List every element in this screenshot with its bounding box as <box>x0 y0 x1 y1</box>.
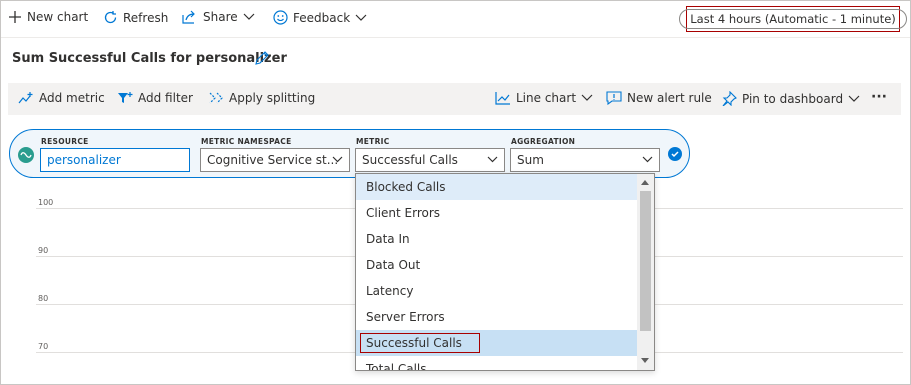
metric-option-client-errors[interactable]: Client Errors <box>356 200 637 226</box>
aggregation-value: Sum <box>517 153 544 167</box>
add-filter-button[interactable]: Add filter <box>117 91 193 105</box>
smiley-icon <box>273 10 288 25</box>
share-icon <box>182 10 195 24</box>
resource-field[interactable]: personalizer <box>40 148 190 172</box>
more-options-label: ··· <box>871 89 887 105</box>
refresh-label: Refresh <box>123 10 169 25</box>
edit-title-icon[interactable] <box>254 50 270 66</box>
metric-option-total-calls[interactable]: Total Calls <box>356 356 637 371</box>
metric-namespace-select[interactable]: Cognitive Service st... <box>200 148 350 172</box>
alert-icon <box>606 91 622 105</box>
confirm-metric-icon[interactable] <box>668 147 682 161</box>
metric-namespace-value: Cognitive Service st... <box>207 153 339 167</box>
metric-dropdown: Blocked Calls Client Errors Data In Data… <box>355 173 655 371</box>
metric-namespace-label: METRIC NAMESPACE <box>201 137 292 146</box>
line-chart-label: Line chart <box>516 91 577 105</box>
cognitive-services-icon <box>18 147 34 163</box>
resource-value: personalizer <box>47 153 121 167</box>
option-label: Blocked Calls <box>366 180 446 194</box>
pin-icon <box>722 91 737 106</box>
chevron-down-icon <box>487 156 498 163</box>
feedback-label: Feedback <box>293 10 351 25</box>
metric-option-server-errors[interactable]: Server Errors <box>356 304 637 330</box>
more-options-button[interactable]: ··· <box>871 89 887 105</box>
filter-icon <box>118 92 133 103</box>
new-chart-label: New chart <box>27 10 89 24</box>
refresh-button[interactable]: Refresh <box>103 10 168 25</box>
option-label: Total Calls <box>366 362 427 371</box>
chevron-down-icon <box>355 14 367 21</box>
apply-splitting-button[interactable]: Apply splitting <box>208 91 315 105</box>
share-button[interactable]: Share <box>182 10 255 24</box>
chevron-down-icon <box>243 13 255 20</box>
chevron-down-icon <box>332 156 343 163</box>
plus-icon <box>9 11 21 23</box>
add-metric-button[interactable]: Add metric <box>18 91 105 105</box>
dropdown-scrollbar[interactable] <box>637 174 654 370</box>
pin-to-dashboard-label: Pin to dashboard <box>742 91 844 106</box>
option-label: Data Out <box>366 258 421 272</box>
chevron-down-icon <box>848 95 860 102</box>
chart-title: Sum Successful Calls for personalizer <box>12 51 287 66</box>
line-chart-button[interactable]: Line chart <box>495 91 593 105</box>
toolbar-divider <box>1 37 910 38</box>
metric-value: Successful Calls <box>362 153 458 167</box>
pin-to-dashboard-button[interactable]: Pin to dashboard <box>721 91 860 106</box>
new-chart-button[interactable]: New chart <box>8 10 88 24</box>
chevron-down-icon <box>581 94 593 101</box>
scroll-down-icon[interactable] <box>641 358 649 363</box>
y-tick-100: 100 <box>38 198 54 207</box>
resource-label: RESOURCE <box>41 137 89 146</box>
y-tick-90: 90 <box>38 246 49 255</box>
time-range-picker[interactable]: Last 4 hours (Automatic - 1 minute) <box>679 6 907 32</box>
add-metric-icon <box>18 92 33 104</box>
line-chart-icon <box>495 92 510 105</box>
time-range-label: Last 4 hours (Automatic - 1 minute) <box>679 9 907 29</box>
metric-option-data-in[interactable]: Data In <box>356 226 637 252</box>
share-label: Share <box>203 10 238 24</box>
chevron-down-icon <box>642 156 653 163</box>
metric-option-latency[interactable]: Latency <box>356 278 637 304</box>
metric-option-successful-calls[interactable]: Successful Calls <box>356 330 637 356</box>
add-metric-label: Add metric <box>39 91 105 105</box>
apply-splitting-label: Apply splitting <box>229 91 316 105</box>
new-alert-rule-button[interactable]: New alert rule <box>606 91 712 105</box>
metric-label: METRIC <box>356 137 390 146</box>
metric-option-blocked-calls[interactable]: Blocked Calls <box>356 174 637 200</box>
option-label: Data In <box>366 232 410 246</box>
refresh-icon <box>104 11 117 24</box>
new-alert-rule-label: New alert rule <box>627 91 712 105</box>
add-filter-label: Add filter <box>138 91 193 105</box>
option-label: Latency <box>366 284 414 298</box>
metric-select[interactable]: Successful Calls <box>355 148 505 172</box>
option-label: Server Errors <box>366 310 445 324</box>
feedback-button[interactable]: Feedback <box>273 10 367 25</box>
metric-option-data-out[interactable]: Data Out <box>356 252 637 278</box>
y-tick-70: 70 <box>38 342 49 351</box>
y-tick-80: 80 <box>38 294 49 303</box>
option-label: Client Errors <box>366 206 441 220</box>
scrollbar-thumb[interactable] <box>640 191 651 331</box>
scroll-up-icon[interactable] <box>641 180 649 185</box>
splitting-icon <box>209 92 223 104</box>
selection-highlight <box>360 333 480 353</box>
aggregation-select[interactable]: Sum <box>510 148 660 172</box>
aggregation-label: AGGREGATION <box>511 137 576 146</box>
